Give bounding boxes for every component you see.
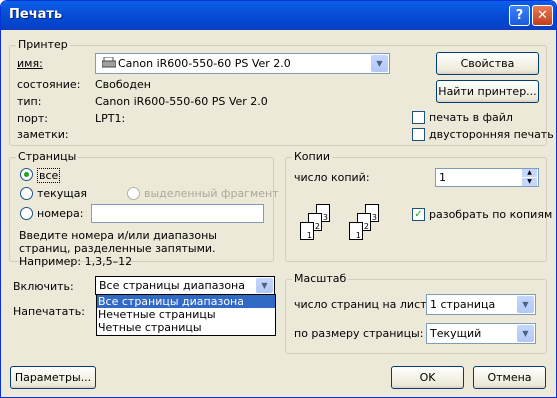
title-bar[interactable]: Печать ? ✕ [1, 1, 556, 30]
current-page-label[interactable]: текущая [37, 187, 87, 200]
duplex-label[interactable]: двусторонняя печать [429, 128, 554, 141]
status-label: состояние: [17, 78, 81, 91]
pages-per-sheet-select[interactable]: 1 страница ▼ [426, 294, 536, 315]
printer-name-value: Canon iR600-550-60 PS Ver 2.0 [118, 57, 291, 70]
print-dialog: Печать ? ✕ Принтер имя: Canon iR600-550-… [0, 0, 557, 398]
pages-per-sheet-value: 1 страница [430, 298, 496, 311]
print-to-file-checkbox[interactable] [412, 111, 425, 124]
print-what-label: Напечатать: [13, 305, 85, 318]
pages-legend: Страницы [16, 150, 79, 163]
printer-legend: Принтер [16, 38, 70, 51]
find-printer-button[interactable]: Найти принтер... [436, 80, 539, 103]
page-numbers-label[interactable]: номера: [37, 207, 83, 220]
chevron-down-icon[interactable]: ▼ [517, 325, 534, 342]
list-item[interactable]: Все страницы диапазона [97, 295, 275, 308]
page-numbers-radio[interactable] [20, 207, 33, 220]
chevron-down-icon[interactable]: ▼ [517, 296, 534, 313]
printer-name-label: имя: [17, 57, 43, 70]
copies-count-value: 1 [439, 171, 446, 184]
chevron-down-icon[interactable]: ▼ [371, 55, 388, 72]
printer-name-select[interactable]: Canon iR600-550-60 PS Ver 2.0 ▼ [95, 53, 390, 74]
port-label: порт: [17, 112, 49, 125]
fit-to-select[interactable]: Текущий ▼ [426, 323, 536, 344]
close-button[interactable]: ✕ [532, 5, 553, 26]
print-to-file-label[interactable]: печать в файл [429, 111, 513, 124]
notes-label: заметки: [17, 128, 69, 141]
collate-illustration-icon: 321 321 [289, 196, 409, 252]
pages-per-sheet-label: число страниц на листе: [294, 298, 437, 311]
copies-count-label: число копий: [294, 171, 370, 184]
scale-legend: Масштаб [292, 272, 349, 285]
duplex-checkbox[interactable] [412, 128, 425, 141]
spin-down-icon[interactable]: ▼ [522, 178, 537, 186]
type-value: Canon iR600-550-60 PS Ver 2.0 [95, 95, 268, 108]
copies-count-stepper[interactable]: 1 ▲ ▼ [435, 168, 539, 187]
options-button[interactable]: Параметры... [10, 366, 96, 389]
collate-checkbox[interactable]: ✓ [412, 208, 425, 221]
cancel-button[interactable]: Отмена [473, 366, 546, 389]
status-value: Свободен [95, 78, 151, 91]
chevron-down-icon[interactable]: ▼ [256, 278, 273, 293]
selection-label: выделенный фрагмент [144, 187, 279, 200]
page-numbers-input[interactable] [91, 204, 264, 223]
list-item[interactable]: Четные страницы [97, 321, 275, 334]
include-select[interactable]: Все страницы диапазона ▼ [95, 276, 275, 295]
port-value: LPT1: [95, 112, 126, 125]
page-range-hint: Введите номера и/или диапазоны страниц, … [19, 229, 217, 268]
include-value: Все страницы диапазона [99, 279, 245, 292]
include-dropdown-list[interactable]: Все страницы диапазона Нечетные страницы… [96, 294, 276, 336]
fit-to-value: Текущий [430, 327, 482, 340]
window-title: Печать [9, 7, 63, 22]
copies-legend: Копии [292, 150, 333, 163]
spin-up-icon[interactable]: ▲ [522, 169, 537, 177]
help-button[interactable]: ? [509, 5, 530, 26]
all-pages-label[interactable]: все [37, 168, 61, 183]
fit-to-label: по размеру страницы: [294, 327, 424, 340]
printer-icon [101, 56, 117, 68]
collate-label[interactable]: разобрать по копиям [429, 208, 552, 221]
include-label: Включить: [13, 280, 74, 293]
list-item[interactable]: Нечетные страницы [97, 308, 275, 321]
selection-radio [127, 187, 140, 200]
current-page-radio[interactable] [20, 187, 33, 200]
all-pages-radio[interactable] [20, 168, 33, 181]
ok-button[interactable]: OK [391, 366, 464, 389]
properties-button[interactable]: Свойства [436, 52, 539, 75]
type-label: тип: [17, 95, 42, 108]
